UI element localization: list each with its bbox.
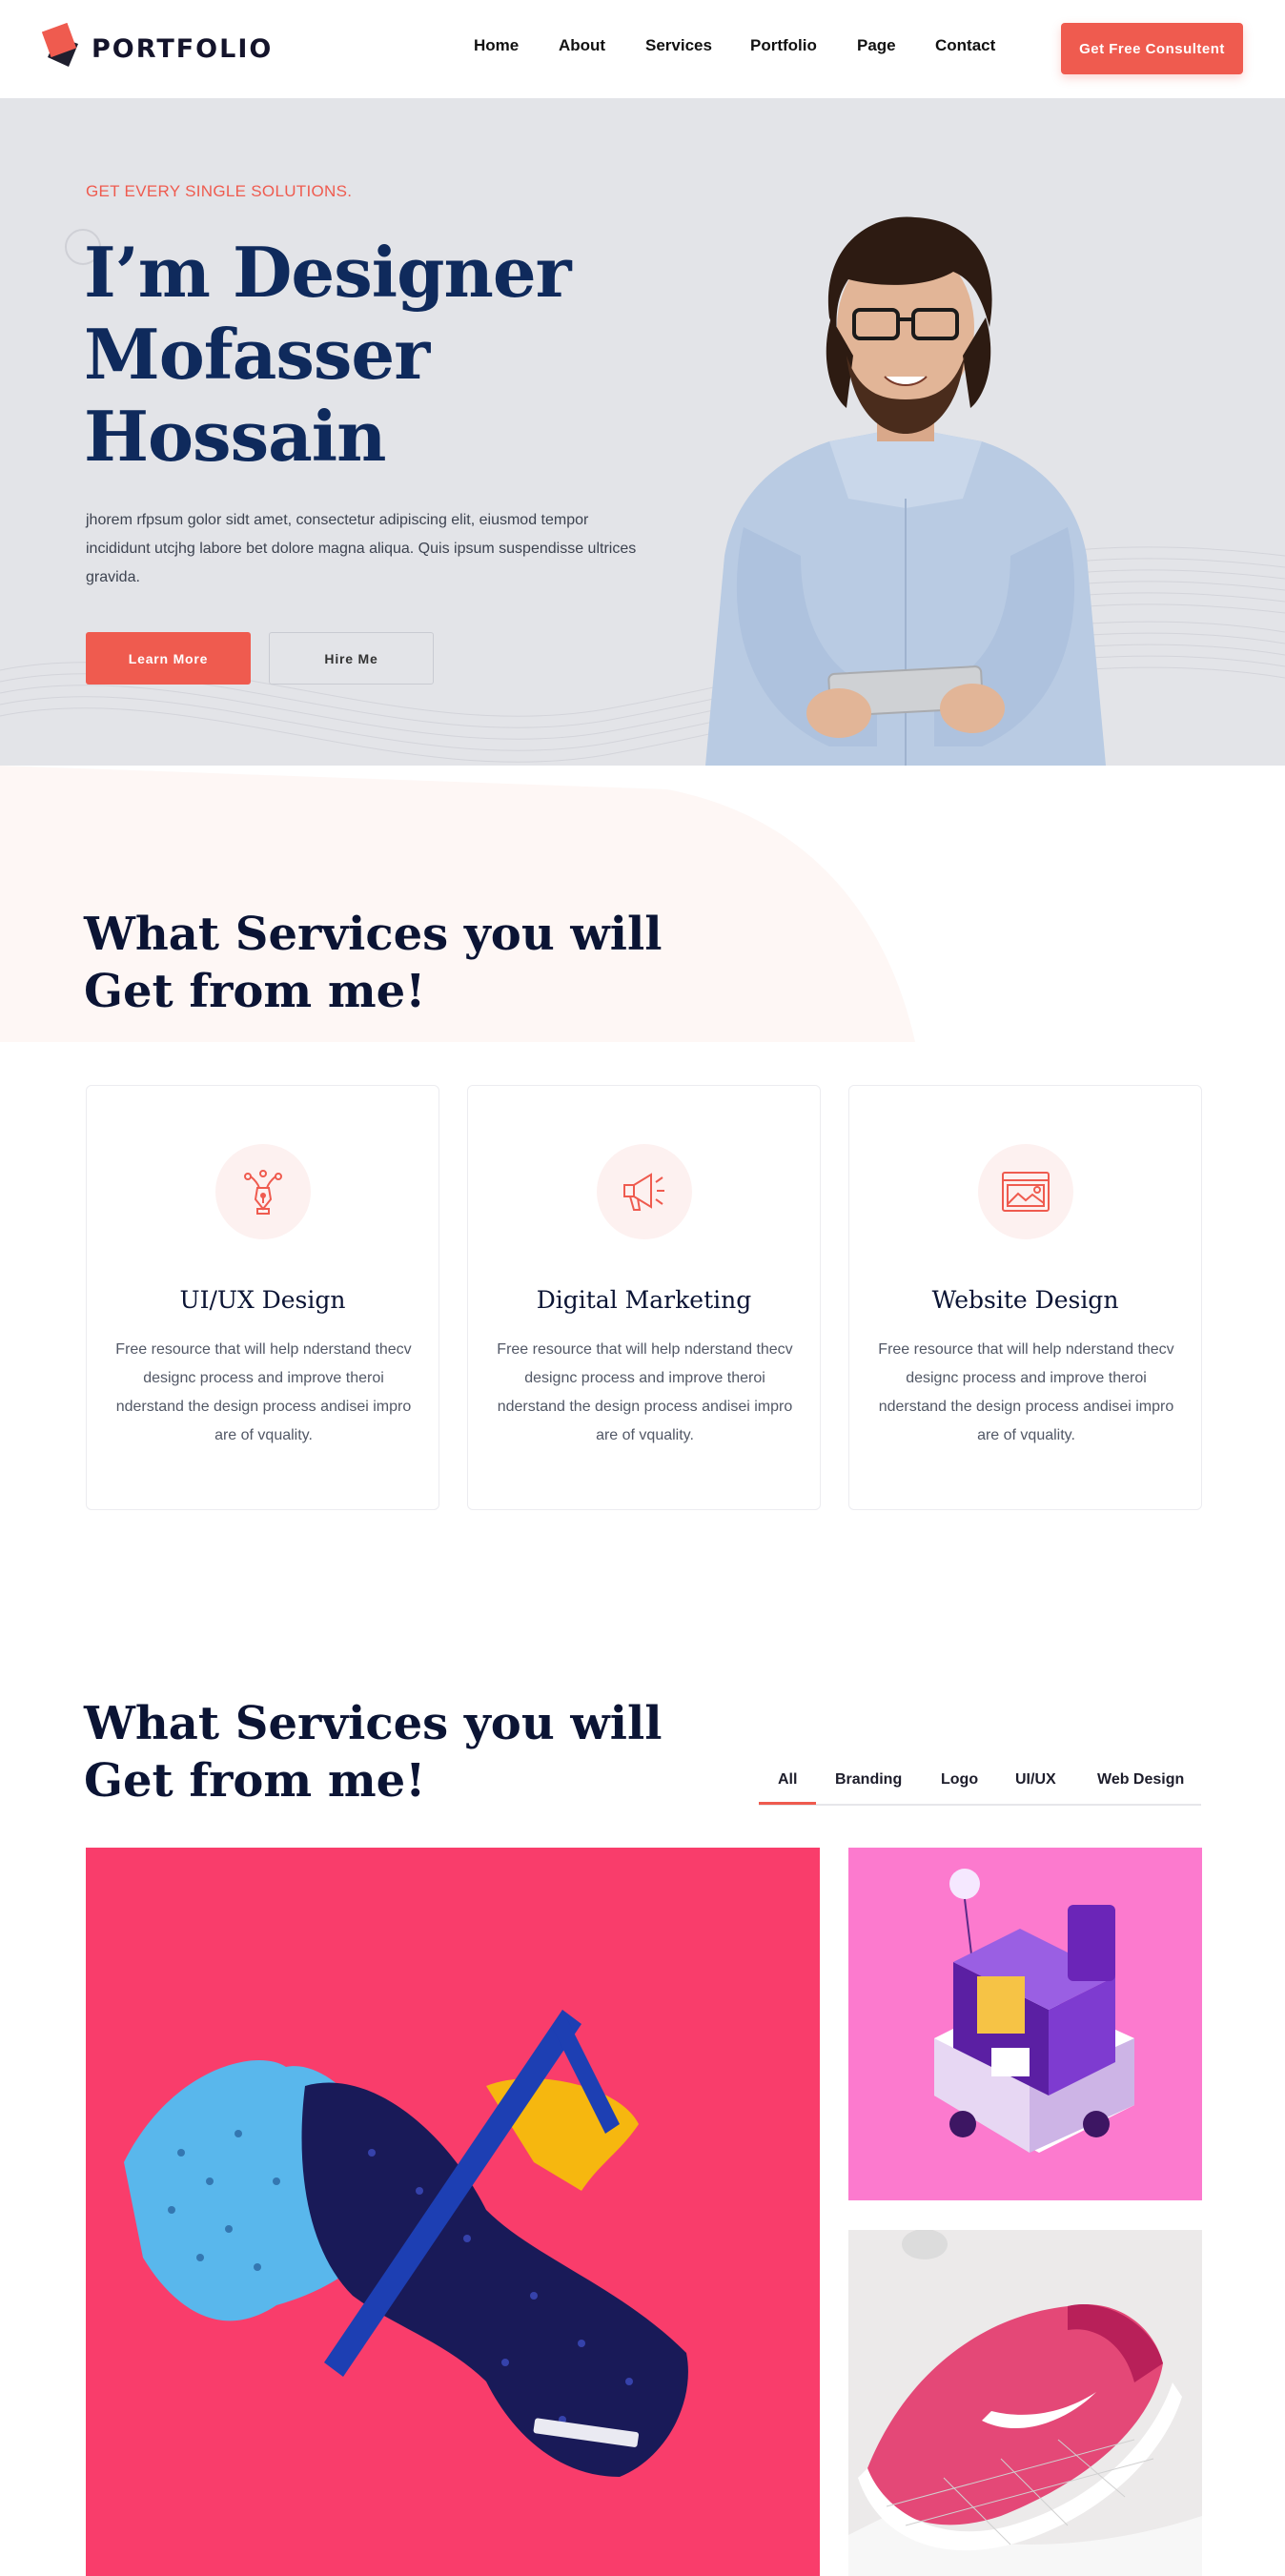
service-card-description: Free resource that will help nderstand t… (115, 1341, 412, 1443)
title-line: What Services you will (84, 908, 663, 961)
portfolio-item-fabric-image[interactable] (86, 1848, 820, 2576)
tab-web-design[interactable]: Web Design (1097, 1771, 1184, 1789)
hero-description: jhorem rfpsum golor sidt amet, consectet… (86, 512, 637, 585)
nav-page[interactable]: Page (857, 36, 896, 55)
tab-all[interactable]: All (778, 1771, 797, 1789)
service-card-web-design[interactable]: Website Design Free resource that will h… (848, 1085, 1202, 1510)
portfolio-item-isometric-illustration[interactable] (848, 1848, 1202, 2200)
logo-text: PORTFOLIO (92, 33, 274, 64)
tab-branding[interactable]: Branding (835, 1771, 902, 1789)
logo-mark-icon (41, 22, 84, 74)
hero-title-line: I’m Designer (84, 232, 572, 313)
service-card-marketing[interactable]: Digital Marketing Free resource that wil… (467, 1085, 821, 1510)
pen-tool-icon (215, 1144, 311, 1239)
nav-contact[interactable]: Contact (935, 36, 995, 55)
service-card-title: Digital Marketing (536, 1286, 752, 1314)
hero-title: I’m Designer Mofasser Hossain (84, 232, 618, 478)
tab-logo[interactable]: Logo (941, 1771, 978, 1789)
title-line: Get from me! (84, 1754, 426, 1808)
megaphone-icon (597, 1144, 692, 1239)
nav-portfolio[interactable]: Portfolio (750, 36, 817, 55)
service-card-uiux[interactable]: UI/UX Design Free resource that will hel… (86, 1085, 439, 1510)
site-header: PORTFOLIO Home About Services Portfolio … (0, 0, 1285, 98)
tab-uiux[interactable]: UI/UX (1015, 1771, 1056, 1789)
image-frame-icon (978, 1144, 1073, 1239)
nav-home[interactable]: Home (474, 36, 519, 55)
portfolio-filter-tabs: All Branding Logo UI/UX Web Design (759, 1764, 1201, 1806)
service-card-description: Free resource that will help nderstand t… (497, 1341, 793, 1443)
nav-services[interactable]: Services (645, 36, 712, 55)
hero-title-line: Hossain (84, 396, 386, 477)
active-tab-indicator (759, 1802, 816, 1805)
hire-me-button[interactable]: Hire Me (269, 632, 434, 685)
logo[interactable]: PORTFOLIO (41, 22, 274, 74)
designer-portrait-image (705, 216, 1106, 766)
get-consultation-button[interactable]: Get Free Consultent (1061, 23, 1243, 74)
hero-title-line: Mofasser (84, 314, 430, 395)
title-line: Get from me! (84, 965, 426, 1018)
portfolio-section-title: What Services you will Get from me! (84, 1695, 675, 1809)
learn-more-button[interactable]: Learn More (86, 632, 251, 685)
nav-about[interactable]: About (559, 36, 605, 55)
service-card-description: Free resource that will help nderstand t… (878, 1341, 1174, 1443)
services-section-title: What Services you will Get from me! (84, 906, 675, 1020)
title-line: What Services you will (84, 1697, 663, 1750)
service-card-title: Website Design (931, 1286, 1119, 1314)
hero-tagline: GET EVERY SINGLE SOLUTIONS. (86, 182, 353, 200)
portfolio-item-sneaker-image[interactable] (848, 2230, 1202, 2576)
hero-section: GET EVERY SINGLE SOLUTIONS. I’m Designer… (0, 98, 1285, 766)
service-card-title: UI/UX Design (179, 1286, 346, 1314)
